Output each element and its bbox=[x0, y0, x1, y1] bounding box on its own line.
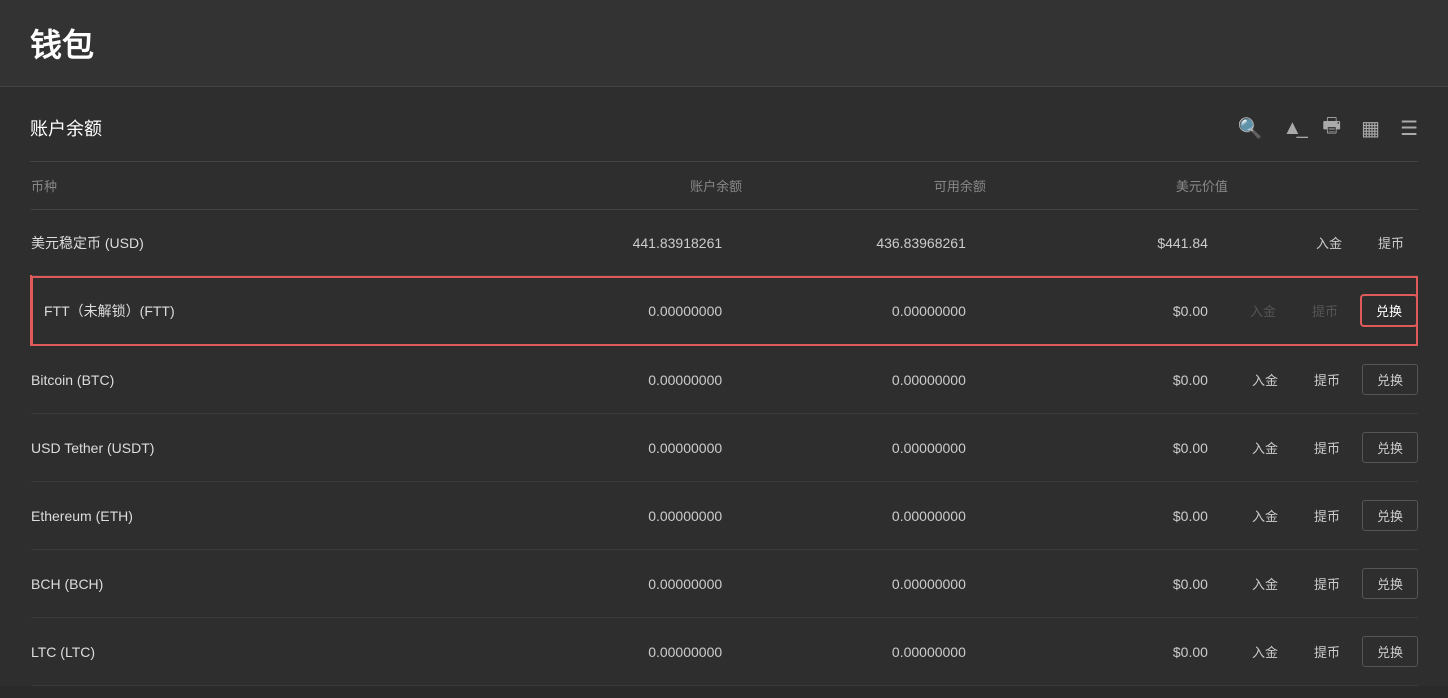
deposit-button[interactable]: 入金 bbox=[1302, 228, 1356, 257]
table-row: Ethereum (ETH)0.000000000.00000000$0.00入… bbox=[31, 482, 1418, 550]
actions-cell: 入金提币兑换 bbox=[1228, 414, 1418, 482]
search-icon[interactable]: 🔍 bbox=[1238, 116, 1263, 141]
available-cell: 0.00000000 bbox=[742, 414, 986, 482]
col-header-available: 可用余额 bbox=[742, 162, 986, 210]
deposit-button[interactable]: 入金 bbox=[1238, 501, 1292, 530]
table-row: FTT（未解锁）(FTT)0.000000000.00000000$0.00入金… bbox=[31, 276, 1418, 346]
section-title: 账户余额 bbox=[30, 115, 102, 141]
available-cell: 436.83968261 bbox=[742, 210, 986, 276]
currency-name-cell: USD Tether (USDT) bbox=[31, 414, 498, 482]
currency-name-cell: Bitcoin (BTC) bbox=[31, 346, 498, 414]
balance-cell: 0.00000000 bbox=[498, 276, 742, 346]
available-cell: 0.00000000 bbox=[742, 346, 986, 414]
currency-name-cell: 美元稳定币 (USD) bbox=[31, 210, 498, 276]
filter-icon[interactable]: ☰ bbox=[1400, 116, 1418, 141]
toolbar: 🔍 ▲̲ 🖶 ▦ ☰ bbox=[1238, 111, 1418, 145]
available-cell: 0.00000000 bbox=[742, 618, 986, 686]
usd-value-cell: $0.00 bbox=[986, 550, 1228, 618]
deposit-button[interactable]: 入金 bbox=[1238, 433, 1292, 462]
download-icon[interactable]: ▲̲ bbox=[1282, 117, 1302, 140]
currency-name-cell: LTC (LTC) bbox=[31, 618, 498, 686]
available-cell: 0.00000000 bbox=[742, 550, 986, 618]
col-header-balance: 账户余额 bbox=[498, 162, 742, 210]
columns-icon[interactable]: ▦ bbox=[1361, 116, 1380, 141]
col-header-actions bbox=[1228, 162, 1418, 210]
available-cell: 0.00000000 bbox=[742, 276, 986, 346]
usd-value-cell: $0.00 bbox=[986, 618, 1228, 686]
deposit-button[interactable]: 入金 bbox=[1238, 637, 1292, 666]
usd-value-cell: $0.00 bbox=[986, 276, 1228, 346]
available-cell: 0.00000000 bbox=[742, 482, 986, 550]
table-row: USD Tether (USDT)0.000000000.00000000$0.… bbox=[31, 414, 1418, 482]
balance-table: 币种 账户余额 可用余额 美元价值 美元稳定币 (USD)441.8391826… bbox=[30, 162, 1418, 686]
withdraw-button: 提币 bbox=[1298, 296, 1352, 325]
withdraw-button[interactable]: 提币 bbox=[1300, 637, 1354, 666]
withdraw-button[interactable]: 提币 bbox=[1364, 228, 1418, 257]
withdraw-button[interactable]: 提币 bbox=[1300, 501, 1354, 530]
col-header-usd: 美元价值 bbox=[986, 162, 1228, 210]
actions-cell: 入金提币兑换 bbox=[1228, 276, 1418, 346]
deposit-button[interactable]: 入金 bbox=[1238, 365, 1292, 394]
balance-cell: 0.00000000 bbox=[498, 346, 742, 414]
withdraw-button[interactable]: 提币 bbox=[1300, 569, 1354, 598]
withdraw-button[interactable]: 提币 bbox=[1300, 433, 1354, 462]
page-title: 钱包 bbox=[30, 20, 1418, 66]
main-content: 账户余额 🔍 ▲̲ 🖶 ▦ ☰ 币种 账户余额 可用余额 美元价值 美元稳定币 … bbox=[0, 87, 1448, 686]
page-header: 钱包 bbox=[0, 0, 1448, 87]
balance-cell: 0.00000000 bbox=[498, 414, 742, 482]
convert-button[interactable]: 兑换 bbox=[1362, 432, 1418, 463]
currency-name-cell: BCH (BCH) bbox=[31, 550, 498, 618]
convert-button[interactable]: 兑换 bbox=[1360, 294, 1418, 327]
table-header-row: 币种 账户余额 可用余额 美元价值 bbox=[31, 162, 1418, 210]
actions-cell: 入金提币 bbox=[1228, 210, 1418, 276]
actions-cell: 入金提币兑换 bbox=[1228, 550, 1418, 618]
balance-cell: 0.00000000 bbox=[498, 618, 742, 686]
convert-button[interactable]: 兑换 bbox=[1362, 364, 1418, 395]
table-row: LTC (LTC)0.000000000.00000000$0.00入金提币兑换 bbox=[31, 618, 1418, 686]
convert-button[interactable]: 兑换 bbox=[1362, 568, 1418, 599]
actions-cell: 入金提币兑换 bbox=[1228, 618, 1418, 686]
usd-value-cell: $0.00 bbox=[986, 346, 1228, 414]
table-row: BCH (BCH)0.000000000.00000000$0.00入金提币兑换 bbox=[31, 550, 1418, 618]
usd-value-cell: $0.00 bbox=[986, 414, 1228, 482]
actions-cell: 入金提币兑换 bbox=[1228, 346, 1418, 414]
convert-button[interactable]: 兑换 bbox=[1362, 636, 1418, 667]
convert-button[interactable]: 兑换 bbox=[1362, 500, 1418, 531]
deposit-button: 入金 bbox=[1236, 296, 1290, 325]
balance-cell: 441.83918261 bbox=[498, 210, 742, 276]
deposit-button[interactable]: 入金 bbox=[1238, 569, 1292, 598]
table-row: 美元稳定币 (USD)441.83918261436.83968261$441.… bbox=[31, 210, 1418, 276]
balance-cell: 0.00000000 bbox=[498, 550, 742, 618]
print-icon[interactable]: 🖶 bbox=[1322, 111, 1341, 145]
section-header: 账户余额 🔍 ▲̲ 🖶 ▦ ☰ bbox=[30, 87, 1418, 162]
actions-cell: 入金提币兑换 bbox=[1228, 482, 1418, 550]
balance-cell: 0.00000000 bbox=[498, 482, 742, 550]
col-header-currency: 币种 bbox=[31, 162, 498, 210]
usd-value-cell: $0.00 bbox=[986, 482, 1228, 550]
withdraw-button[interactable]: 提币 bbox=[1300, 365, 1354, 394]
currency-name-cell: Ethereum (ETH) bbox=[31, 482, 498, 550]
currency-name-cell: FTT（未解锁）(FTT) bbox=[31, 276, 498, 346]
table-row: Bitcoin (BTC)0.000000000.00000000$0.00入金… bbox=[31, 346, 1418, 414]
usd-value-cell: $441.84 bbox=[986, 210, 1228, 276]
